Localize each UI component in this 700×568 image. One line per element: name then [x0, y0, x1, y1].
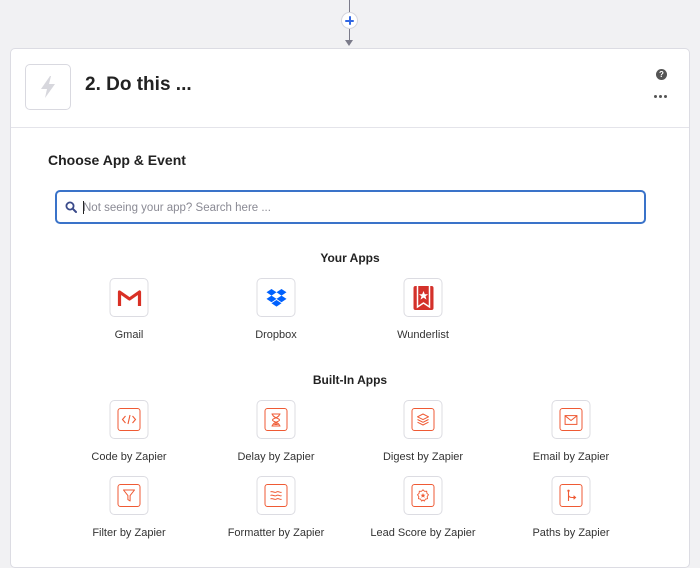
app-tile-gmail[interactable]: Gmail [59, 278, 199, 348]
lightning-icon [25, 64, 71, 110]
app-tile-digest[interactable]: Digest by Zapier [353, 400, 493, 470]
step-card: 2. Do this ... ? Choose App & Event Your… [10, 48, 690, 568]
add-step-button[interactable] [341, 12, 358, 29]
app-label: Lead Score by Zapier [370, 527, 476, 539]
app-label: Filter by Zapier [92, 527, 166, 539]
app-tile-code[interactable]: Code by Zapier [59, 400, 199, 470]
app-label: Paths by Zapier [532, 527, 610, 539]
choose-app-title: Choose App & Event [48, 152, 186, 168]
builtin-apps-title: Built-In Apps [312, 373, 388, 387]
app-tile-lead-score[interactable]: Lead Score by Zapier [353, 476, 493, 546]
question-icon[interactable]: ? [656, 69, 667, 80]
more-icon[interactable] [654, 93, 668, 99]
app-search-input[interactable] [83, 199, 623, 216]
envelope-icon [551, 400, 591, 439]
app-label: Email by Zapier [532, 451, 610, 463]
search-icon [65, 201, 77, 213]
app-tile-paths[interactable]: Paths by Zapier [501, 476, 641, 546]
connector-line [349, 0, 350, 12]
paths-icon [551, 476, 591, 515]
app-label: Wunderlist [397, 329, 449, 341]
app-tile-wunderlist[interactable]: Wunderlist [353, 278, 493, 348]
app-tile-formatter[interactable]: Formatter by Zapier [206, 476, 346, 546]
badge-star-icon [403, 476, 443, 515]
app-label: Code by Zapier [91, 451, 167, 463]
app-label: Gmail [114, 329, 144, 341]
wunderlist-icon [403, 278, 443, 317]
connector-arrow-icon [345, 40, 353, 46]
app-tile-email[interactable]: Email by Zapier [501, 400, 641, 470]
your-apps-title: Your Apps [320, 251, 380, 265]
gmail-icon [109, 278, 149, 317]
app-label: Dropbox [255, 329, 297, 341]
app-label: Delay by Zapier [237, 451, 315, 463]
dropbox-icon [256, 278, 296, 317]
app-tile-delay[interactable]: Delay by Zapier [206, 400, 346, 470]
filter-icon [109, 476, 149, 515]
code-icon [109, 400, 149, 439]
app-tile-dropbox[interactable]: Dropbox [206, 278, 346, 348]
formatter-icon [256, 476, 296, 515]
app-label: Formatter by Zapier [227, 527, 325, 539]
app-label: Digest by Zapier [382, 451, 464, 463]
hourglass-icon [256, 400, 296, 439]
step-title: 2. Do this ... [85, 74, 192, 95]
step-header[interactable]: 2. Do this ... ? [11, 49, 689, 128]
layers-icon [403, 400, 443, 439]
app-tile-filter[interactable]: Filter by Zapier [59, 476, 199, 546]
app-search-box[interactable] [55, 190, 646, 224]
